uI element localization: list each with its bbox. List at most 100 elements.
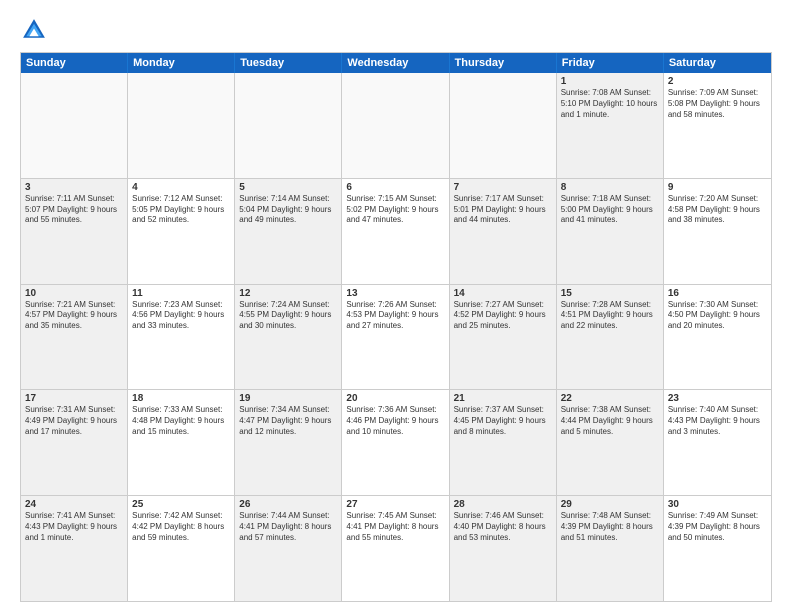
calendar-cell xyxy=(21,73,128,178)
day-number: 11 xyxy=(132,288,230,299)
day-number: 7 xyxy=(454,182,552,193)
day-info: Sunrise: 7:31 AM Sunset: 4:49 PM Dayligh… xyxy=(25,405,123,437)
day-info: Sunrise: 7:08 AM Sunset: 5:10 PM Dayligh… xyxy=(561,88,659,120)
calendar-cell: 29Sunrise: 7:48 AM Sunset: 4:39 PM Dayli… xyxy=(557,496,664,601)
weekday-header: Thursday xyxy=(450,53,557,73)
calendar-cell: 19Sunrise: 7:34 AM Sunset: 4:47 PM Dayli… xyxy=(235,390,342,495)
day-number: 27 xyxy=(346,499,444,510)
day-number: 22 xyxy=(561,393,659,404)
day-info: Sunrise: 7:33 AM Sunset: 4:48 PM Dayligh… xyxy=(132,405,230,437)
day-info: Sunrise: 7:27 AM Sunset: 4:52 PM Dayligh… xyxy=(454,300,552,332)
calendar-row: 10Sunrise: 7:21 AM Sunset: 4:57 PM Dayli… xyxy=(21,284,771,390)
day-number: 16 xyxy=(668,288,767,299)
day-number: 5 xyxy=(239,182,337,193)
day-info: Sunrise: 7:23 AM Sunset: 4:56 PM Dayligh… xyxy=(132,300,230,332)
calendar-cell: 3Sunrise: 7:11 AM Sunset: 5:07 PM Daylig… xyxy=(21,179,128,284)
weekday-header: Wednesday xyxy=(342,53,449,73)
day-info: Sunrise: 7:44 AM Sunset: 4:41 PM Dayligh… xyxy=(239,511,337,543)
day-number: 23 xyxy=(668,393,767,404)
calendar-cell: 22Sunrise: 7:38 AM Sunset: 4:44 PM Dayli… xyxy=(557,390,664,495)
calendar: SundayMondayTuesdayWednesdayThursdayFrid… xyxy=(20,52,772,602)
calendar-cell: 13Sunrise: 7:26 AM Sunset: 4:53 PM Dayli… xyxy=(342,285,449,390)
calendar-cell: 24Sunrise: 7:41 AM Sunset: 4:43 PM Dayli… xyxy=(21,496,128,601)
day-info: Sunrise: 7:21 AM Sunset: 4:57 PM Dayligh… xyxy=(25,300,123,332)
weekday-header: Sunday xyxy=(21,53,128,73)
calendar-cell: 4Sunrise: 7:12 AM Sunset: 5:05 PM Daylig… xyxy=(128,179,235,284)
calendar-cell: 30Sunrise: 7:49 AM Sunset: 4:39 PM Dayli… xyxy=(664,496,771,601)
day-info: Sunrise: 7:12 AM Sunset: 5:05 PM Dayligh… xyxy=(132,194,230,226)
weekday-header: Tuesday xyxy=(235,53,342,73)
day-number: 14 xyxy=(454,288,552,299)
calendar-cell: 16Sunrise: 7:30 AM Sunset: 4:50 PM Dayli… xyxy=(664,285,771,390)
logo-icon xyxy=(20,16,48,44)
day-number: 19 xyxy=(239,393,337,404)
day-number: 6 xyxy=(346,182,444,193)
day-info: Sunrise: 7:38 AM Sunset: 4:44 PM Dayligh… xyxy=(561,405,659,437)
calendar-cell: 1Sunrise: 7:08 AM Sunset: 5:10 PM Daylig… xyxy=(557,73,664,178)
calendar-cell xyxy=(235,73,342,178)
day-info: Sunrise: 7:18 AM Sunset: 5:00 PM Dayligh… xyxy=(561,194,659,226)
day-number: 28 xyxy=(454,499,552,510)
day-info: Sunrise: 7:26 AM Sunset: 4:53 PM Dayligh… xyxy=(346,300,444,332)
calendar-header: SundayMondayTuesdayWednesdayThursdayFrid… xyxy=(21,53,771,73)
day-number: 18 xyxy=(132,393,230,404)
day-info: Sunrise: 7:49 AM Sunset: 4:39 PM Dayligh… xyxy=(668,511,767,543)
calendar-cell: 23Sunrise: 7:40 AM Sunset: 4:43 PM Dayli… xyxy=(664,390,771,495)
calendar-row: 3Sunrise: 7:11 AM Sunset: 5:07 PM Daylig… xyxy=(21,178,771,284)
day-number: 26 xyxy=(239,499,337,510)
day-number: 12 xyxy=(239,288,337,299)
day-info: Sunrise: 7:11 AM Sunset: 5:07 PM Dayligh… xyxy=(25,194,123,226)
calendar-cell xyxy=(128,73,235,178)
calendar-cell: 7Sunrise: 7:17 AM Sunset: 5:01 PM Daylig… xyxy=(450,179,557,284)
day-info: Sunrise: 7:14 AM Sunset: 5:04 PM Dayligh… xyxy=(239,194,337,226)
calendar-cell: 6Sunrise: 7:15 AM Sunset: 5:02 PM Daylig… xyxy=(342,179,449,284)
day-number: 4 xyxy=(132,182,230,193)
day-number: 13 xyxy=(346,288,444,299)
calendar-cell: 9Sunrise: 7:20 AM Sunset: 4:58 PM Daylig… xyxy=(664,179,771,284)
calendar-cell: 5Sunrise: 7:14 AM Sunset: 5:04 PM Daylig… xyxy=(235,179,342,284)
day-info: Sunrise: 7:34 AM Sunset: 4:47 PM Dayligh… xyxy=(239,405,337,437)
day-info: Sunrise: 7:28 AM Sunset: 4:51 PM Dayligh… xyxy=(561,300,659,332)
weekday-header: Monday xyxy=(128,53,235,73)
day-number: 10 xyxy=(25,288,123,299)
day-number: 29 xyxy=(561,499,659,510)
weekday-header: Saturday xyxy=(664,53,771,73)
page: SundayMondayTuesdayWednesdayThursdayFrid… xyxy=(0,0,792,612)
calendar-cell: 28Sunrise: 7:46 AM Sunset: 4:40 PM Dayli… xyxy=(450,496,557,601)
calendar-cell xyxy=(450,73,557,178)
day-info: Sunrise: 7:09 AM Sunset: 5:08 PM Dayligh… xyxy=(668,88,767,120)
day-info: Sunrise: 7:37 AM Sunset: 4:45 PM Dayligh… xyxy=(454,405,552,437)
calendar-cell xyxy=(342,73,449,178)
day-info: Sunrise: 7:15 AM Sunset: 5:02 PM Dayligh… xyxy=(346,194,444,226)
day-number: 17 xyxy=(25,393,123,404)
day-info: Sunrise: 7:20 AM Sunset: 4:58 PM Dayligh… xyxy=(668,194,767,226)
calendar-row: 1Sunrise: 7:08 AM Sunset: 5:10 PM Daylig… xyxy=(21,73,771,178)
weekday-header: Friday xyxy=(557,53,664,73)
day-number: 20 xyxy=(346,393,444,404)
calendar-cell: 17Sunrise: 7:31 AM Sunset: 4:49 PM Dayli… xyxy=(21,390,128,495)
calendar-row: 24Sunrise: 7:41 AM Sunset: 4:43 PM Dayli… xyxy=(21,495,771,601)
logo xyxy=(20,16,52,44)
day-info: Sunrise: 7:17 AM Sunset: 5:01 PM Dayligh… xyxy=(454,194,552,226)
calendar-cell: 10Sunrise: 7:21 AM Sunset: 4:57 PM Dayli… xyxy=(21,285,128,390)
calendar-cell: 18Sunrise: 7:33 AM Sunset: 4:48 PM Dayli… xyxy=(128,390,235,495)
day-info: Sunrise: 7:36 AM Sunset: 4:46 PM Dayligh… xyxy=(346,405,444,437)
day-info: Sunrise: 7:48 AM Sunset: 4:39 PM Dayligh… xyxy=(561,511,659,543)
calendar-cell: 12Sunrise: 7:24 AM Sunset: 4:55 PM Dayli… xyxy=(235,285,342,390)
calendar-cell: 2Sunrise: 7:09 AM Sunset: 5:08 PM Daylig… xyxy=(664,73,771,178)
header xyxy=(20,16,772,44)
day-number: 3 xyxy=(25,182,123,193)
calendar-cell: 8Sunrise: 7:18 AM Sunset: 5:00 PM Daylig… xyxy=(557,179,664,284)
day-number: 2 xyxy=(668,76,767,87)
day-info: Sunrise: 7:42 AM Sunset: 4:42 PM Dayligh… xyxy=(132,511,230,543)
calendar-body: 1Sunrise: 7:08 AM Sunset: 5:10 PM Daylig… xyxy=(21,73,771,601)
day-number: 25 xyxy=(132,499,230,510)
day-info: Sunrise: 7:30 AM Sunset: 4:50 PM Dayligh… xyxy=(668,300,767,332)
day-info: Sunrise: 7:24 AM Sunset: 4:55 PM Dayligh… xyxy=(239,300,337,332)
calendar-cell: 20Sunrise: 7:36 AM Sunset: 4:46 PM Dayli… xyxy=(342,390,449,495)
day-info: Sunrise: 7:45 AM Sunset: 4:41 PM Dayligh… xyxy=(346,511,444,543)
day-info: Sunrise: 7:46 AM Sunset: 4:40 PM Dayligh… xyxy=(454,511,552,543)
calendar-cell: 26Sunrise: 7:44 AM Sunset: 4:41 PM Dayli… xyxy=(235,496,342,601)
calendar-cell: 15Sunrise: 7:28 AM Sunset: 4:51 PM Dayli… xyxy=(557,285,664,390)
calendar-cell: 21Sunrise: 7:37 AM Sunset: 4:45 PM Dayli… xyxy=(450,390,557,495)
